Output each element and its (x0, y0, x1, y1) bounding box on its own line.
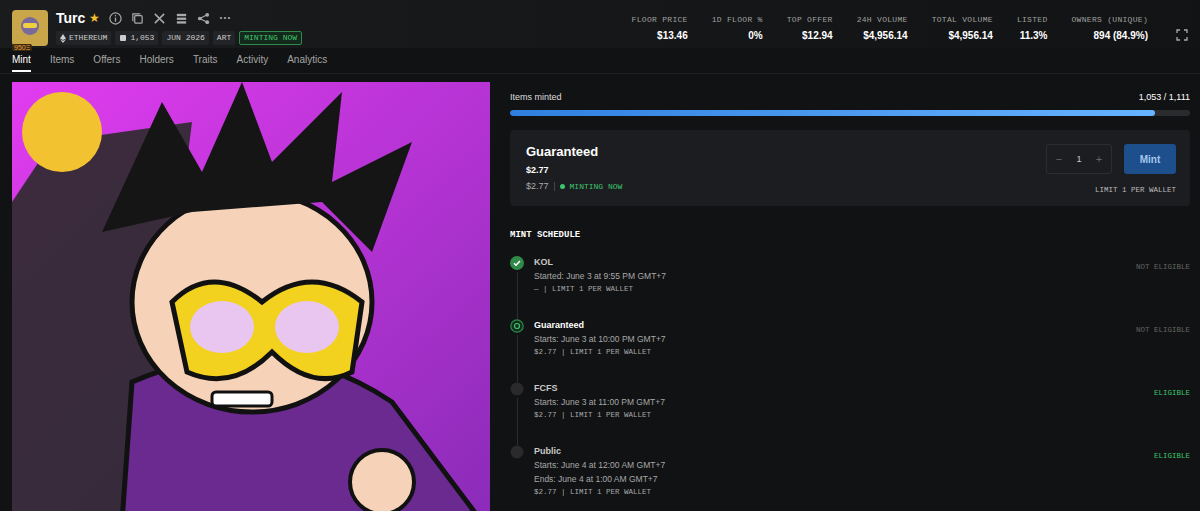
collection-name: Turc (56, 10, 85, 26)
tab[interactable]: Activity (237, 54, 269, 70)
phase-terms: $2.77 | LIMIT 1 PER WALLET (534, 348, 1126, 356)
stat: TOTAL VOLUME$4,956.14 (932, 15, 993, 41)
eligibility-label: ELIGIBLE (1154, 382, 1190, 445)
phase-terms: $2.77 | LIMIT 1 PER WALLET (534, 411, 1144, 419)
eligibility-label: NOT ELIGIBLE (1136, 319, 1190, 382)
quantity-value[interactable]: 1 (1071, 154, 1087, 164)
schedule-phase: KOL Started: June 3 at 9:55 PM GMT+7 — | L… (510, 256, 1190, 319)
active-phase-icon (510, 319, 524, 333)
star-icon[interactable]: ★ (89, 11, 100, 25)
tab[interactable]: Mint (12, 54, 31, 72)
rank-badge: 950Ξ (12, 44, 32, 51)
phase-sub-price: $2.77 (526, 181, 549, 191)
increase-button[interactable]: + (1087, 153, 1111, 165)
artwork-illustration (12, 82, 490, 511)
mint-progress-bar (510, 110, 1190, 116)
mint-panel: Items minted 1,053 / 1,111 Guaranteed $2.77… (490, 82, 1200, 511)
mint-progress-fill (510, 110, 1155, 116)
phase-title: Public (534, 446, 1144, 456)
collection-badge: ART (213, 31, 235, 45)
stat: LISTED11.3% (1017, 15, 1048, 41)
ethereum-icon (60, 34, 66, 43)
schedule-title: MINT SCHEDULE (510, 230, 1190, 240)
phase-time: Starts: June 3 at 11:00 PM GMT+7 (534, 397, 1144, 407)
phase-time: Started: June 3 at 9:55 PM GMT+7 (534, 271, 1126, 281)
artwork-image (12, 82, 490, 511)
collection-badge: 1,053 (115, 31, 158, 45)
tab[interactable]: Traits (193, 54, 218, 70)
expand-icon[interactable] (1176, 29, 1188, 41)
phase-terms: — | LIMIT 1 PER WALLET (534, 285, 1126, 293)
items-icon (119, 34, 127, 42)
phase-card: Guaranteed $2.77 $2.77 MINTING NOW −1+ Mint LI… (510, 130, 1190, 206)
collection-badge: MINTING NOW (239, 31, 302, 45)
tab-bar: Mint Items Offers Holders Traits Activity Anal… (0, 48, 1200, 74)
schedule-phase: Public Starts: June 4 at 12:00 AM GMT+7 En… (510, 445, 1190, 508)
phase-name: Guaranteed (526, 144, 622, 159)
eligibility-label: ELIGIBLE (1154, 445, 1190, 508)
stack-icon[interactable] (175, 12, 188, 25)
pending-phase-icon (510, 382, 524, 396)
stat: FLOOR PRICE$13.46 (632, 15, 688, 41)
tab[interactable]: Items (50, 54, 74, 70)
phase-time: Ends: June 4 at 1:00 AM GMT+7 (534, 474, 1144, 484)
phase-terms: $2.77 | LIMIT 1 PER WALLET (534, 488, 1144, 496)
phase-status: MINTING NOW (570, 182, 623, 191)
stats-bar: FLOOR PRICE$13.46 1D FLOOR %0% TOP OFFER$1… (632, 10, 1188, 41)
decrease-button[interactable]: − (1047, 153, 1071, 165)
stat: 1D FLOOR %0% (712, 15, 763, 41)
tab[interactable]: Analytics (287, 54, 327, 70)
wallet-limit: LIMIT 1 PER WALLET (1095, 186, 1176, 194)
tab[interactable]: Offers (93, 54, 120, 70)
stat: 24H VOLUME$4,956.14 (857, 15, 908, 41)
copy-icon[interactable] (131, 12, 144, 25)
mint-schedule: KOL Started: June 3 at 9:55 PM GMT+7 — | L… (510, 256, 1190, 508)
info-icon[interactable] (109, 12, 122, 25)
tab[interactable]: Holders (139, 54, 173, 70)
phase-time: Starts: June 3 at 10:00 PM GMT+7 (534, 334, 1126, 344)
share-icon[interactable] (197, 12, 210, 25)
minted-label: Items minted (510, 92, 562, 102)
phase-time: Starts: June 4 at 12:00 AM GMT+7 (534, 460, 1144, 470)
collection-logo: 950Ξ (12, 10, 48, 46)
phase-price: $2.77 (526, 165, 622, 175)
quantity-stepper: −1+ (1046, 144, 1112, 174)
eligibility-label: NOT ELIGIBLE (1136, 256, 1190, 319)
minted-count: 1,053 / 1,111 (1139, 92, 1190, 102)
live-dot-icon (560, 184, 565, 189)
pending-phase-icon (510, 445, 524, 459)
stat: OWNERS (UNIQUE)894 (84.9%) (1071, 15, 1148, 41)
collection-badge: JUN 2026 (162, 31, 208, 45)
schedule-phase: Guaranteed Starts: June 3 at 10:00 PM GMT… (510, 319, 1190, 382)
more-button[interactable]: ··· (219, 11, 231, 25)
mint-button[interactable]: Mint (1124, 144, 1176, 174)
avatar-icon (12, 10, 48, 46)
phase-title: KOL (534, 257, 1126, 267)
schedule-phase: FCFS Starts: June 3 at 11:00 PM GMT+7 $2.7… (510, 382, 1190, 445)
stat: TOP OFFER$12.94 (787, 15, 833, 41)
phase-title: Guaranteed (534, 320, 1126, 330)
mint-page: 950Ξ Turc ★ ··· ETHEREUM 1,053 JUN 2026 ART… (0, 0, 1200, 511)
collection-header: 950Ξ Turc ★ ··· ETHEREUM 1,053 JUN 2026 ART… (0, 0, 1200, 48)
check-icon (510, 256, 524, 270)
x-logo-icon[interactable] (153, 12, 166, 25)
phase-title: FCFS (534, 383, 1144, 393)
collection-badge: ETHEREUM (56, 31, 111, 45)
